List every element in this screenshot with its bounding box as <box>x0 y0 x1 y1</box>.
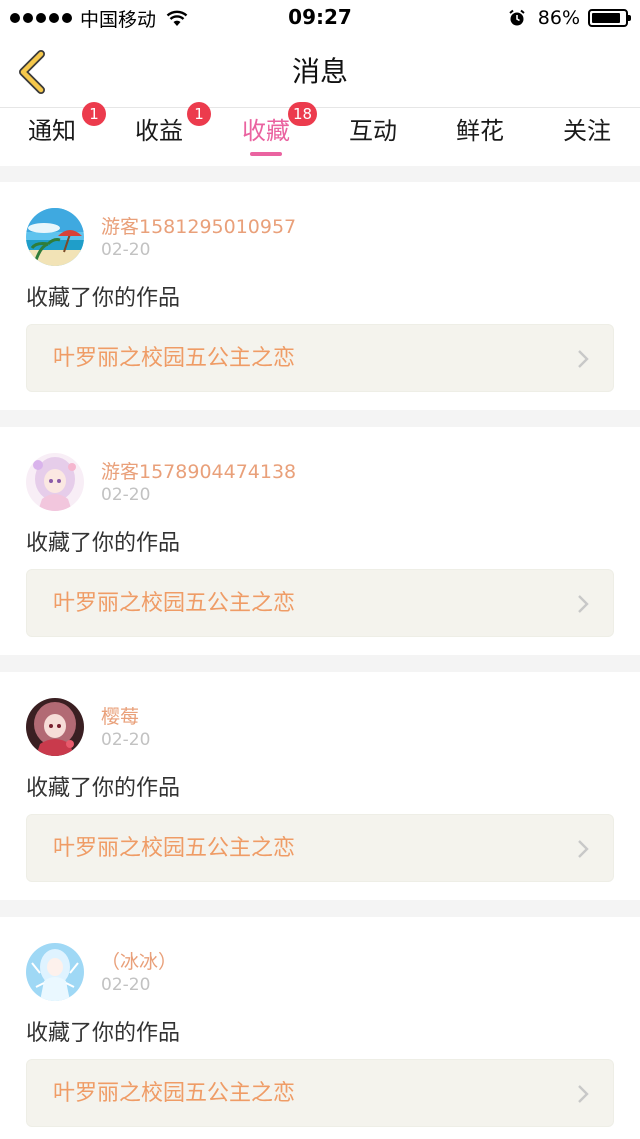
action-text: 收藏了你的作品 <box>26 286 181 311</box>
work-link[interactable]: 叶罗丽之校园五公主之恋 <box>26 569 614 637</box>
tab-label: 鲜花 <box>456 117 504 145</box>
page-title: 消息 <box>291 55 348 88</box>
tab-label: 互动 <box>349 117 397 145</box>
beach-avatar-icon[interactable] <box>26 208 84 266</box>
ice-fairy-avatar-icon[interactable] <box>26 943 84 1001</box>
message-card: 樱莓 02-20 收藏了你的作品 叶罗丽之校园五公主之恋 <box>0 672 640 900</box>
message-date: 02-20 <box>101 240 151 260</box>
message-card: 游客1578904474138 02-20 收藏了你的作品 叶罗丽之校园五公主之… <box>0 427 640 655</box>
work-title: 叶罗丽之校园五公主之恋 <box>53 1081 296 1106</box>
chevron-right-icon <box>578 350 589 368</box>
username[interactable]: 游客1578904474138 <box>101 457 296 484</box>
alarm-clock-icon <box>509 9 525 26</box>
username[interactable]: 樱莓 <box>101 702 139 729</box>
chevron-left-icon <box>19 50 45 94</box>
work-title: 叶罗丽之校园五公主之恋 <box>53 591 296 616</box>
tab-notice[interactable]: 通知 1 <box>2 102 106 166</box>
message-card: （冰冰） 02-20 收藏了你的作品 叶罗丽之校园五公主之恋 <box>0 917 640 1139</box>
unread-badge: 18 <box>288 102 318 126</box>
tab-label: 收藏 18 <box>242 102 318 166</box>
tab-follow[interactable]: 关注 <box>537 108 637 166</box>
active-tab-indicator <box>250 152 282 156</box>
message-date: 02-20 <box>101 975 151 995</box>
anime-girl-dark-avatar-icon[interactable] <box>26 698 84 756</box>
work-link[interactable]: 叶罗丽之校园五公主之恋 <box>26 1059 614 1127</box>
tab-flowers[interactable]: 鲜花 <box>430 108 530 166</box>
chevron-right-icon <box>578 595 589 613</box>
tab-earnings[interactable]: 收益 1 <box>109 102 211 166</box>
message-date: 02-20 <box>101 485 151 505</box>
anime-girl-avatar-icon[interactable] <box>26 453 84 511</box>
battery-icon <box>588 9 631 27</box>
work-title: 叶罗丽之校园五公主之恋 <box>53 346 296 371</box>
tab-label: 通知 1 <box>28 102 106 166</box>
tab-bar: 通知 1 收益 1 收藏 18 互动 鲜花 关注 <box>0 102 640 166</box>
message-date: 02-20 <box>101 730 151 750</box>
work-link[interactable]: 叶罗丽之校园五公主之恋 <box>26 814 614 882</box>
tab-label: 收益 1 <box>135 102 211 166</box>
status-right: 86% <box>508 6 631 30</box>
back-button[interactable] <box>10 48 54 96</box>
tab-favorites[interactable]: 收藏 18 <box>216 102 318 166</box>
tab-interaction[interactable]: 互动 <box>323 108 423 166</box>
nav-bar: 消息 <box>0 36 640 108</box>
action-text: 收藏了你的作品 <box>26 776 181 801</box>
chevron-right-icon <box>578 1085 589 1103</box>
status-bar: 中国移动 09:27 86% <box>0 0 640 36</box>
action-text: 收藏了你的作品 <box>26 1021 181 1046</box>
work-title: 叶罗丽之校园五公主之恋 <box>53 836 296 861</box>
username[interactable]: 游客1581295010957 <box>101 212 296 239</box>
unread-badge: 1 <box>187 102 211 126</box>
chevron-right-icon <box>578 840 589 858</box>
work-link[interactable]: 叶罗丽之校园五公主之恋 <box>26 324 614 392</box>
battery-percent: 86% <box>537 7 580 29</box>
username[interactable]: （冰冰） <box>101 947 177 974</box>
tab-label: 关注 <box>563 117 611 145</box>
action-text: 收藏了你的作品 <box>26 531 181 556</box>
message-card: 游客1581295010957 02-20 收藏了你的作品 叶罗丽之校园五公主之… <box>0 182 640 410</box>
battery-fill <box>592 13 620 23</box>
unread-badge: 1 <box>82 102 106 126</box>
